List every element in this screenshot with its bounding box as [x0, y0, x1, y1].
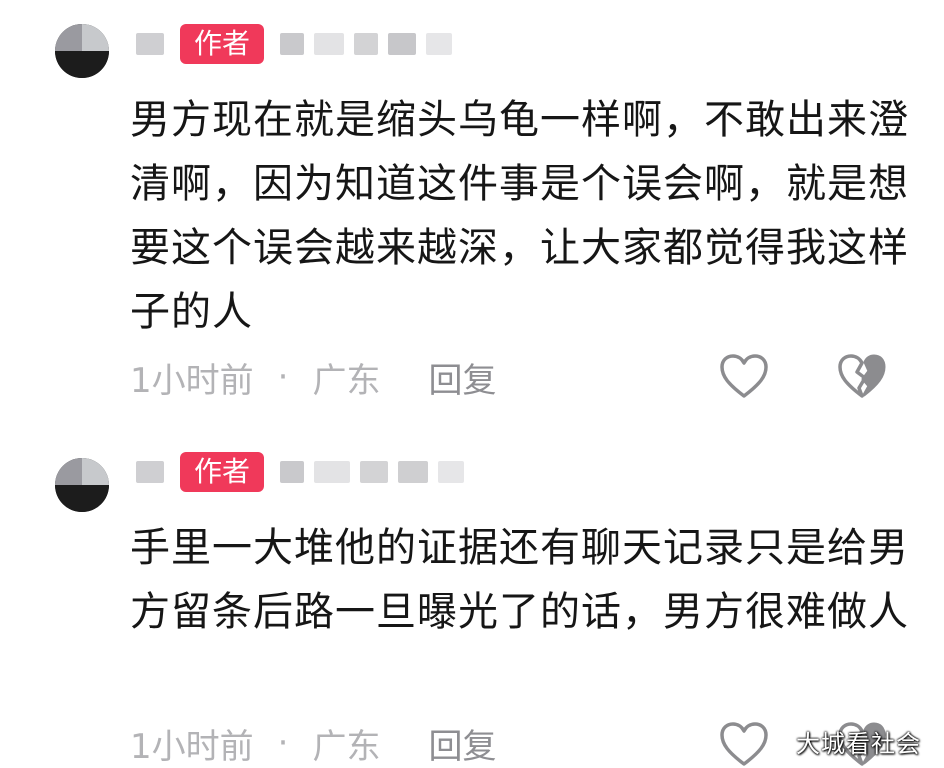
comment-text: 男方现在就是缩头乌龟一样啊，不敢出来澄清啊，因为知道这件事是个误会啊，就是想要这…: [130, 97, 909, 335]
avatar[interactable]: [55, 458, 109, 512]
watermark-text: 大城看社会: [796, 730, 921, 758]
comment-text: 手里一大堆他的证据还有聊天记录只是给男方留条后路一旦曝光了的话，男方很难做人: [130, 525, 909, 635]
comment-location: 广东: [312, 360, 381, 401]
meta-separator: ·: [277, 723, 289, 763]
broken-heart-icon[interactable]: [836, 352, 888, 400]
heart-outline-icon[interactable]: [718, 720, 770, 768]
blurred-username[interactable]: [280, 461, 465, 483]
heart-outline-icon[interactable]: [718, 352, 770, 400]
blurred-username[interactable]: [280, 33, 453, 55]
comment-meta: 1小时前 · 广东 回复: [130, 352, 496, 402]
comment-location: 广东: [312, 726, 381, 767]
comment-item: 作者 男方现在就是缩头乌龟一样啊，不敢出来澄清啊，因为知道这件事是个误会啊，就是…: [0, 0, 944, 420]
meta-separator: ·: [277, 357, 289, 397]
author-badge: 作者: [180, 452, 265, 492]
author-badge: 作者: [180, 24, 265, 64]
comment-time: 1小时前: [130, 360, 254, 401]
comment-header: 作者: [136, 452, 465, 492]
comment-meta: 1小时前 · 广东 回复: [130, 718, 496, 768]
blurred-username-prefix: [136, 31, 164, 57]
reply-button[interactable]: 回复: [428, 719, 496, 768]
reply-button[interactable]: 回复: [428, 353, 496, 402]
avatar[interactable]: [55, 24, 109, 78]
blurred-username-prefix: [136, 459, 164, 485]
comment-item: 作者 手里一大堆他的证据还有聊天记录只是给男方留条后路一旦曝光了的话，男方很难做…: [0, 428, 944, 768]
comment-time: 1小时前: [130, 726, 254, 767]
comment-header: 作者: [136, 24, 453, 64]
